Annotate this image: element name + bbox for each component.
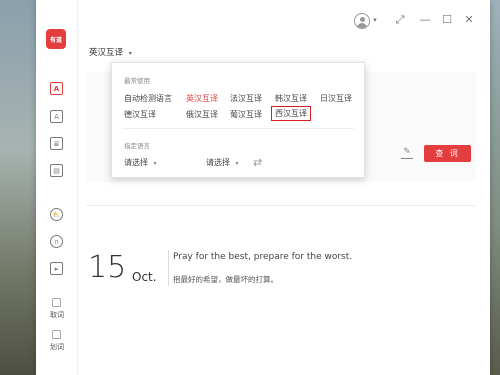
capture-word-checkbox[interactable] (52, 298, 61, 307)
chevron-down-icon: ▾ (235, 160, 239, 167)
language-option-auto[interactable]: 自动检测语言 (124, 93, 172, 104)
language-dropdown-panel: 最常使用 自动检测语言 英汉互译 法汉互译 韩汉互译 日汉互译 德汉互译 俄汉互… (111, 62, 365, 178)
maximize-button[interactable]: ☐ (439, 12, 455, 28)
chevron-down-icon: ▾ (128, 50, 132, 57)
language-option-english[interactable]: 英汉互译 (186, 93, 218, 104)
avatar-caret-icon[interactable]: ▾ (371, 12, 379, 28)
user-avatar-icon[interactable] (354, 13, 370, 29)
quote-divider (168, 250, 169, 286)
sidebar-headphones-icon[interactable]: ∩ (50, 235, 63, 248)
app-logo: 有道 (46, 29, 66, 49)
language-selector-value: 英汉互译 (89, 48, 124, 58)
language-option-spanish[interactable]: 西汉互译 (271, 106, 311, 121)
capture-word-label: 取词 (50, 311, 64, 319)
sidebar-wordbook-icon[interactable]: ≣ (50, 137, 63, 150)
query-button[interactable]: 查 词 (424, 145, 471, 162)
daily-quote-english: Pray for the best, prepare for the worst… (173, 252, 353, 262)
language-option-korean[interactable]: 韩汉互译 (275, 93, 307, 104)
sidebar: 有道 A A ≣ ▤ ⛅ ∩ ▸ 取词 划词 (36, 0, 78, 375)
language-option-portuguese[interactable]: 葡汉互译 (230, 109, 262, 120)
sidebar-document-icon[interactable]: ▤ (50, 164, 63, 177)
source-language-select[interactable]: 请选择 ▾ (124, 157, 157, 168)
source-language-value: 请选择 (124, 158, 148, 167)
app-window: 有道 A A ≣ ▤ ⛅ ∩ ▸ 取词 划词 ▾ ⤢ — ☐ ✕ 英汉互译 ▾ … (36, 0, 490, 375)
language-selector[interactable]: 英汉互译 ▾ (89, 46, 132, 58)
daily-date-month: Oct. (132, 270, 157, 284)
edit-icon[interactable]: ✎ (401, 147, 413, 159)
sidebar-text-translate-icon[interactable]: A (50, 110, 63, 123)
select-word-label: 划词 (50, 343, 64, 351)
sidebar-video-icon[interactable]: ▸ (50, 262, 63, 275)
minimize-button[interactable]: — (417, 12, 433, 28)
swap-languages-icon[interactable]: ⇄ (253, 156, 262, 169)
desktop-wallpaper-right (490, 0, 500, 375)
sidebar-translate-icon[interactable]: A (50, 82, 63, 95)
close-button[interactable]: ✕ (461, 12, 477, 28)
pin-window-icon[interactable]: ⤢ (392, 12, 408, 28)
daily-quote-chinese: 抱最好的希望，做最坏的打算。 (173, 275, 278, 284)
target-language-select[interactable]: 请选择 ▾ (206, 157, 239, 168)
divider (86, 205, 476, 206)
language-option-german[interactable]: 德汉互译 (124, 109, 156, 120)
select-word-checkbox[interactable] (52, 330, 61, 339)
target-language-value: 请选择 (206, 158, 230, 167)
sidebar-cloud-icon[interactable]: ⛅ (50, 208, 63, 221)
dropdown-divider (122, 128, 354, 129)
desktop-wallpaper-left (0, 0, 36, 375)
chevron-down-icon: ▾ (153, 160, 157, 167)
daily-date-day: 15 (88, 250, 127, 285)
language-option-french[interactable]: 法汉互译 (230, 93, 262, 104)
language-option-russian[interactable]: 俄汉互译 (186, 109, 218, 120)
common-languages-label: 最常使用 (124, 77, 150, 85)
language-option-japanese[interactable]: 日汉互译 (320, 93, 352, 104)
specify-language-label: 指定语言 (124, 142, 150, 150)
